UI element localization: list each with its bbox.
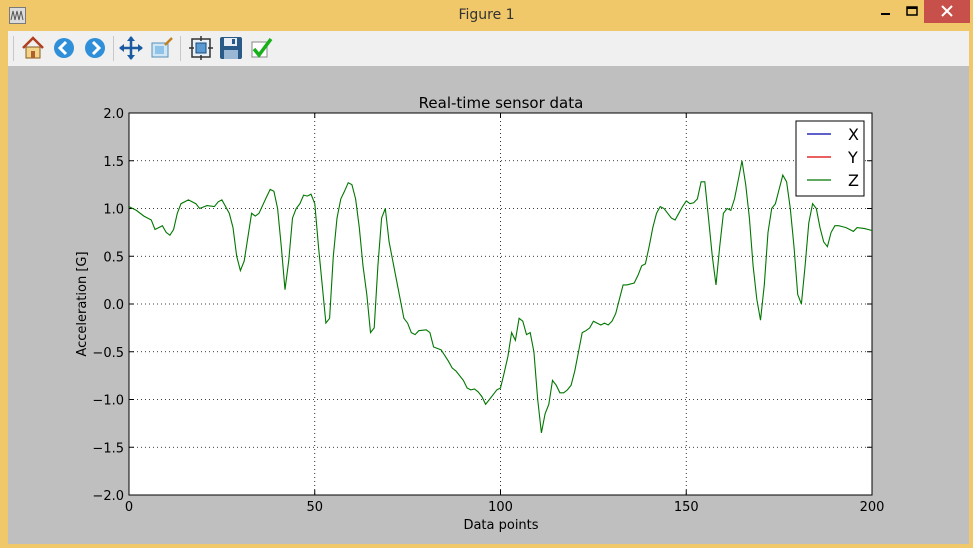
y-tick-label: 1.5 [103,155,124,170]
forward-icon[interactable] [82,35,108,61]
legend-label: X [848,125,859,144]
legend: XYZ [795,120,865,197]
y-tick-label: −2.0 [92,489,124,504]
y-tick-label: 1.0 [103,203,124,218]
x-axis-label: Data points [463,518,538,533]
close-button[interactable] [924,0,970,23]
home-icon[interactable] [20,35,46,61]
y-tick-label: −0.5 [92,346,124,361]
x-tick-label: 100 [488,500,513,515]
x-tick-label: 150 [674,500,699,515]
chart: 0 50 100 150 200 2.0 1.5 1.0 0.5 0.0 −0.5 −1.0 −1.5 −… [75,94,885,533]
y-tick-label: 0.5 [103,250,124,265]
save-icon[interactable] [218,35,244,61]
title-bar: Figure 1 [0,0,973,31]
x-tick-label: 0 [125,500,133,515]
subplots-icon[interactable] [188,35,214,61]
minimize-button[interactable] [871,0,901,23]
zoom-icon[interactable] [149,35,175,61]
chart-title: Real-time sensor data [419,94,584,112]
y-tick-label: −1.0 [92,394,124,409]
toolbar [8,31,969,67]
back-icon[interactable] [51,35,77,61]
toolbar-separator [113,36,114,61]
y-axis-label: Acceleration [G] [75,251,90,356]
y-tick-label: 2.0 [103,107,124,122]
window-title: Figure 1 [458,7,515,23]
x-tick-label: 50 [306,500,323,515]
toolbar-grip [13,36,14,61]
check-icon[interactable] [249,35,275,61]
y-tick-label: −1.5 [92,441,124,456]
pan-icon[interactable] [118,35,144,61]
legend-label: Y [847,148,858,167]
legend-label: Z [848,171,859,190]
y-tick-label: 0.0 [103,298,124,313]
figure-canvas[interactable]: 0 50 100 150 200 2.0 1.5 1.0 0.5 0.0 −0.5 −1.0 −1.5 −… [8,66,969,544]
toolbar-separator [180,36,181,61]
x-tick-label: 200 [860,500,885,515]
